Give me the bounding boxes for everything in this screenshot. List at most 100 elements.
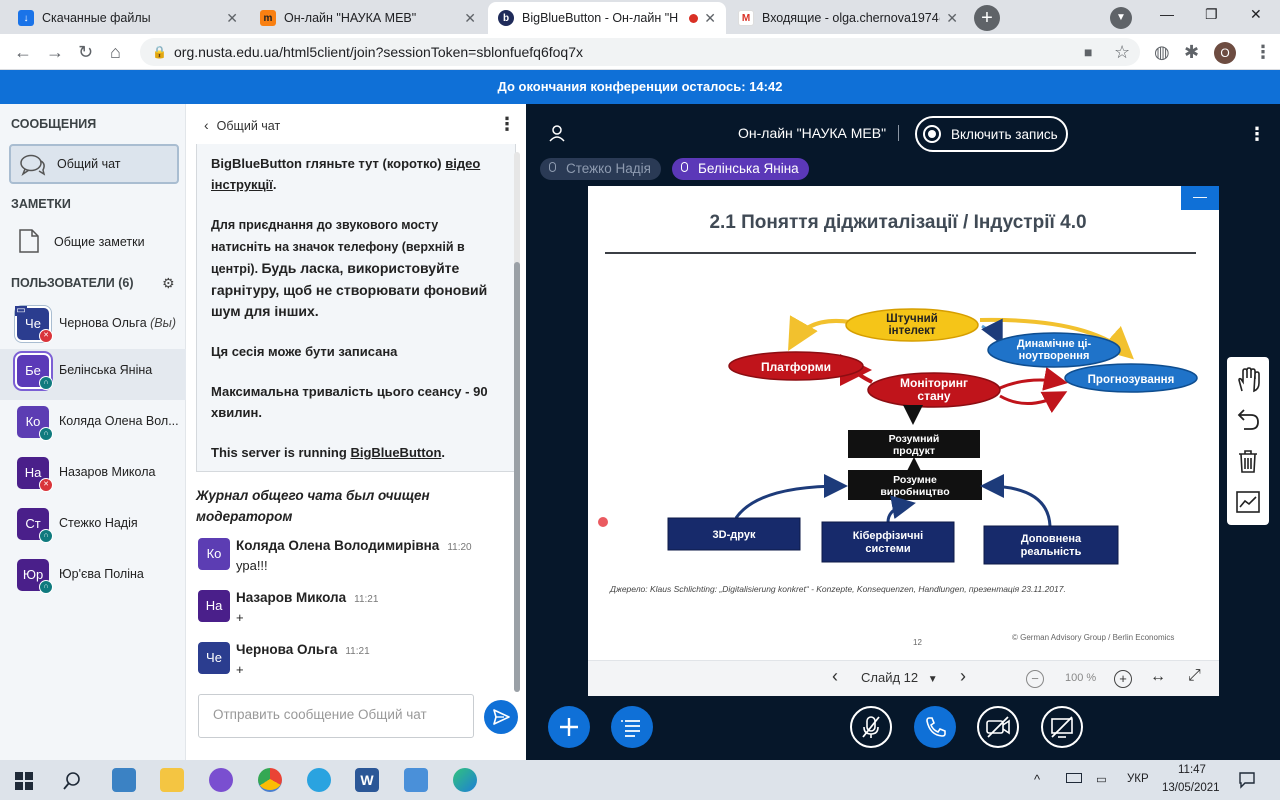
gear-icon[interactable]: ⚙ — [162, 275, 175, 292]
extension-globe-icon[interactable]: ◍ — [1154, 42, 1170, 63]
slide-title: 2.1 Поняття діджиталізації / Індустрії 4… — [709, 212, 1087, 233]
user-item-stezhko[interactable]: Ст ∩ Стежко Надія — [0, 502, 186, 553]
trash-icon[interactable] — [1234, 447, 1262, 475]
profile-avatar[interactable]: O — [1214, 42, 1236, 64]
close-window-icon[interactable]: ✕ — [1250, 6, 1262, 23]
user-name: Коляда Олена Вол... — [59, 414, 179, 428]
clock-date[interactable]: 13/05/2021 — [1162, 782, 1220, 794]
polls-button[interactable] — [611, 706, 653, 748]
language-indicator[interactable]: УКР — [1127, 773, 1149, 785]
bigbluebutton-link[interactable]: BigBlueButton — [350, 445, 441, 460]
user-item-belinska[interactable]: Бе ∩ Белінська Яніна — [0, 349, 186, 400]
start-recording-button[interactable]: Включить запись — [915, 116, 1068, 152]
windows-taskbar: W ^ ▭ УКР 11:47 13/05/2021 — [0, 760, 1280, 800]
user-item-yurieva[interactable]: Юр ∩ Юр'єва Поліна — [0, 553, 186, 604]
chat-header-back[interactable]: ‹ Общий чат — [204, 117, 280, 133]
file-explorer-icon[interactable] — [160, 768, 184, 792]
windows-start-icon[interactable] — [15, 772, 33, 790]
message-time: 11:21 — [354, 594, 379, 605]
node-ar-label-1: Доповнена — [1021, 533, 1082, 545]
chrome-icon[interactable] — [258, 768, 282, 792]
tab-search-icon[interactable]: ▼ — [1110, 7, 1132, 29]
camera-blocked-icon[interactable]: ■ — [1084, 44, 1092, 60]
unmute-button[interactable] — [850, 706, 892, 748]
restore-icon[interactable]: ❐ — [1205, 6, 1218, 23]
edge-icon[interactable] — [453, 768, 477, 792]
telegram-icon[interactable] — [307, 768, 331, 792]
fullscreen-icon[interactable]: ⤢ — [1188, 667, 1201, 685]
node-smart-product-label-2: продукт — [893, 445, 935, 457]
user-list-toggle-icon[interactable] — [548, 124, 566, 142]
presentation-toolbar: ‹ Слайд 12 ▼ › − 100 % + ↔ ⤢ — [588, 660, 1219, 696]
chevron-up-icon[interactable]: ^ — [1034, 772, 1040, 787]
slide-selector[interactable]: Слайд 12 ▼ — [861, 670, 938, 685]
previous-slide-button[interactable]: ‹ — [832, 666, 838, 687]
mic-icon — [549, 162, 556, 172]
calculator-icon[interactable] — [112, 768, 136, 792]
presentation-area: Он-лайн "НАУКА МЕВ" Включить запись ⋮ Ст… — [526, 104, 1280, 760]
minimize-presentation-button[interactable]: — — [1181, 186, 1219, 210]
zoom-in-button[interactable]: + — [1114, 670, 1132, 688]
zoom-out-button[interactable]: − — [1026, 670, 1044, 688]
browser-tab-bbb[interactable]: b BigBlueButton - Он-лайн "Н ✕ — [488, 2, 726, 34]
user-item-chernova[interactable]: Че ▭ ✕ Чернова Ольга (Вы) — [0, 302, 186, 353]
extensions-puzzle-icon[interactable]: ✱ — [1184, 42, 1199, 63]
chat-message-input[interactable]: Отправить сообщение Общий чат — [198, 694, 474, 738]
url-field[interactable]: 🔒 org.nusta.edu.ua/html5client/join?sess… — [140, 38, 1140, 66]
scrollbar-thumb[interactable] — [514, 262, 520, 692]
forward-icon[interactable]: → — [46, 42, 64, 63]
user-item-koliada[interactable]: Ко ∩ Коляда Олена Вол... — [0, 400, 186, 451]
lock-icon: 🔒 — [152, 45, 167, 59]
node-ar — [983, 525, 1119, 565]
node-monitoring-label-2: стану — [917, 389, 950, 403]
word-icon[interactable]: W — [355, 768, 379, 792]
browser-menu-icon[interactable]: ⋮ — [1254, 42, 1272, 63]
chat-scrollbar[interactable] — [514, 152, 520, 692]
presenter-icon: ▭ — [15, 305, 27, 316]
notifications-icon[interactable] — [1238, 771, 1256, 789]
multi-user-whiteboard-icon[interactable] — [1234, 488, 1262, 516]
arrow — [999, 367, 1068, 391]
talking-indicator[interactable]: Стежко Надія — [540, 158, 661, 180]
message-time: 11:20 — [447, 542, 472, 553]
avatar: Че — [198, 642, 230, 674]
photos-icon[interactable] — [404, 768, 428, 792]
reload-icon[interactable]: ↻ — [78, 42, 93, 63]
bookmark-star-icon[interactable]: ☆ — [1114, 42, 1130, 63]
new-tab-button[interactable]: + — [974, 5, 1000, 31]
viber-icon[interactable] — [209, 768, 233, 792]
close-tab-icon[interactable]: ✕ — [946, 10, 958, 27]
browser-tab-moodle[interactable]: m Он-лайн "НАУКА МЕВ" ✕ — [250, 2, 486, 34]
fit-width-icon[interactable]: ↔ — [1150, 668, 1166, 686]
back-icon[interactable]: ← — [14, 42, 32, 63]
browser-tab-gmail[interactable]: M Входящие - olga.chernova1974@ ✕ — [728, 2, 968, 34]
talking-indicator[interactable]: Белінська Яніна — [672, 158, 809, 180]
undo-icon[interactable] — [1234, 405, 1262, 433]
network-icon[interactable]: ▭ — [1096, 772, 1107, 786]
you-label: (Вы) — [150, 316, 176, 330]
options-menu-icon[interactable]: ⋮ — [1248, 124, 1266, 145]
browser-tab-downloads[interactable]: ↓ Скачанные файлы ✕ — [8, 2, 248, 34]
headphones-icon: ∩ — [39, 580, 53, 594]
hand-tool-icon[interactable] — [1234, 365, 1262, 393]
share-webcam-button[interactable] — [977, 706, 1019, 748]
actions-button[interactable] — [548, 706, 590, 748]
close-tab-icon[interactable]: ✕ — [704, 10, 716, 27]
list-icon — [621, 720, 640, 737]
chat-options-icon[interactable]: ⋮ — [498, 114, 516, 135]
search-icon[interactable] — [62, 771, 82, 791]
home-icon[interactable]: ⌂ — [110, 42, 121, 63]
public-chat-button[interactable]: Общий чат — [9, 144, 179, 184]
send-button[interactable] — [484, 700, 518, 734]
close-tab-icon[interactable]: ✕ — [464, 10, 476, 27]
title-underline — [605, 252, 1196, 254]
close-tab-icon[interactable]: ✕ — [226, 10, 238, 27]
next-slide-button[interactable]: › — [960, 666, 966, 687]
user-item-nazarov[interactable]: На ✕ Назаров Микола — [0, 451, 186, 502]
share-screen-button[interactable] — [1041, 706, 1083, 748]
clock-time[interactable]: 11:47 — [1178, 764, 1206, 776]
minimize-icon[interactable]: — — [1160, 6, 1174, 22]
browser-address-bar: ← → ↻ ⌂ 🔒 org.nusta.edu.ua/html5client/j… — [0, 34, 1280, 70]
audio-phone-button[interactable] — [914, 706, 956, 748]
battery-icon[interactable] — [1066, 773, 1082, 783]
